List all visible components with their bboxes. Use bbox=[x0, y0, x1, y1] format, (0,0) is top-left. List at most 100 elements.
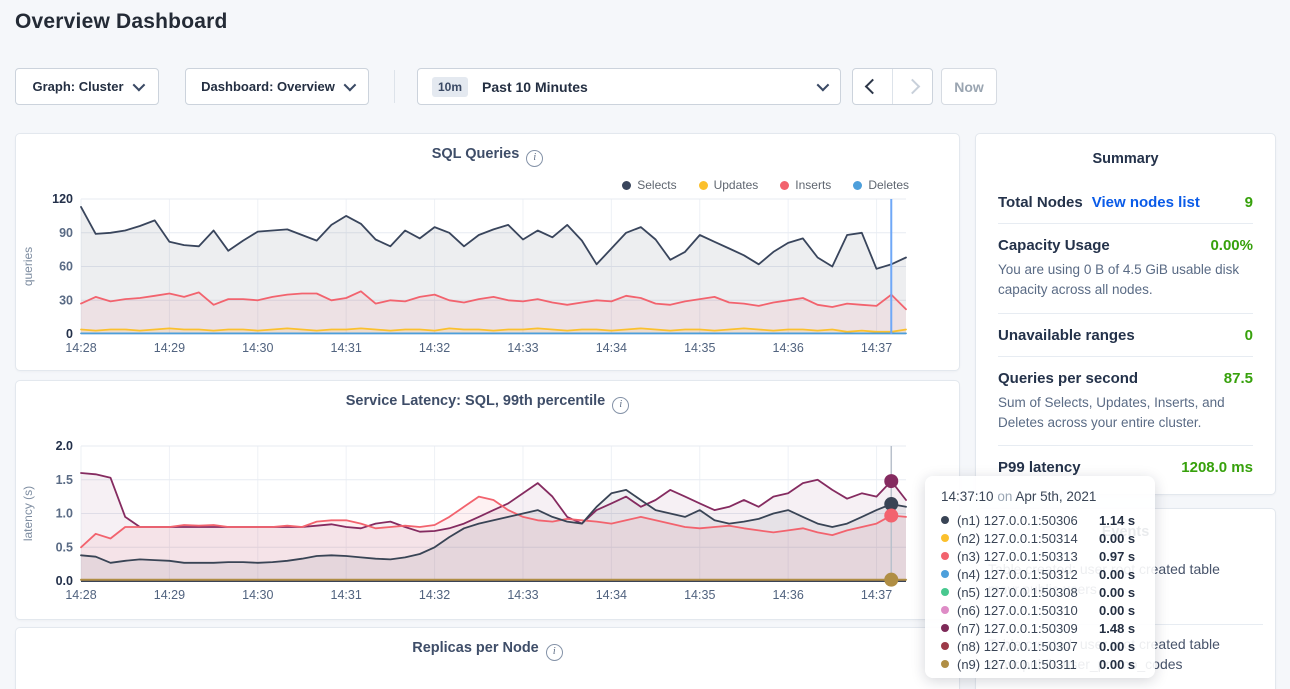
node-address: (n1) 127.0.0.1:50306 bbox=[957, 513, 1099, 528]
node-address: (n7) 127.0.0.1:50309 bbox=[957, 621, 1099, 636]
qps-value: 87.5 bbox=[1224, 370, 1253, 387]
overview-dashboard-page: Overview Dashboard Graph: Cluster Dashbo… bbox=[0, 0, 1290, 689]
summary-row-total-nodes: Total Nodes View nodes list 9 bbox=[998, 181, 1253, 223]
node-latency-value: 1.14 s bbox=[1099, 513, 1135, 528]
info-icon[interactable]: i bbox=[612, 397, 629, 414]
view-nodes-list-link[interactable]: View nodes list bbox=[1092, 194, 1200, 211]
service-latency-card: Service Latency: SQL, 99th percentilei 1… bbox=[15, 380, 960, 620]
svg-text:14:33: 14:33 bbox=[507, 588, 538, 602]
sql-queries-card: SQL Queriesi SelectsUpdatesInsertsDelete… bbox=[15, 133, 960, 371]
node-address: (n5) 127.0.0.1:50308 bbox=[957, 585, 1099, 600]
tooltip-node-list: (n1) 127.0.0.1:503061.14 s(n2) 127.0.0.1… bbox=[941, 511, 1139, 673]
chevron-down-icon bbox=[817, 79, 830, 92]
summary-row-unavailable-ranges: Unavailable ranges 0 bbox=[998, 313, 1253, 356]
svg-text:14:29: 14:29 bbox=[154, 588, 185, 602]
node-latency-value: 0.00 s bbox=[1099, 639, 1135, 654]
svg-text:14:28: 14:28 bbox=[65, 341, 96, 355]
capacity-usage-desc: You are using 0 B of 4.5 GiB usable disk… bbox=[998, 260, 1253, 301]
svg-text:0: 0 bbox=[66, 327, 73, 341]
node-latency-value: 0.00 s bbox=[1099, 567, 1135, 582]
capacity-usage-value: 0.00% bbox=[1210, 237, 1253, 254]
node-address: (n4) 127.0.0.1:50312 bbox=[957, 567, 1099, 582]
sql-queries-chart-title: SQL Queriesi bbox=[16, 146, 959, 167]
svg-text:0.5: 0.5 bbox=[56, 540, 73, 554]
sql-queries-chart[interactable]: 14:28 14:29 14:30 14:31 14:32 14:33 14:34 14:35… bbox=[16, 186, 961, 368]
time-range-dropdown[interactable]: 10m Past 10 Minutes bbox=[417, 68, 841, 105]
svg-text:90: 90 bbox=[59, 226, 73, 240]
unavailable-ranges-value: 0 bbox=[1245, 327, 1253, 344]
summary-row-capacity: Capacity Usage 0.00% You are using 0 B o… bbox=[998, 223, 1253, 313]
svg-text:14:32: 14:32 bbox=[419, 588, 450, 602]
svg-text:14:29: 14:29 bbox=[154, 341, 185, 355]
node-address: (n6) 127.0.0.1:50310 bbox=[957, 603, 1099, 618]
info-icon[interactable]: i bbox=[526, 150, 543, 167]
svg-text:14:30: 14:30 bbox=[242, 588, 273, 602]
svg-text:1.0: 1.0 bbox=[56, 507, 73, 521]
node-color-dot bbox=[941, 552, 949, 560]
svg-text:14:33: 14:33 bbox=[507, 341, 538, 355]
info-icon[interactable]: i bbox=[546, 644, 563, 661]
node-color-dot bbox=[941, 516, 949, 524]
svg-text:120: 120 bbox=[52, 192, 73, 206]
node-address: (n2) 127.0.0.1:50314 bbox=[957, 531, 1099, 546]
service-latency-chart[interactable]: 14:2814:2914:3014:3114:3214:3314:3414:35… bbox=[16, 433, 961, 619]
node-color-dot bbox=[941, 642, 949, 650]
node-color-dot bbox=[941, 624, 949, 632]
svg-text:60: 60 bbox=[59, 260, 73, 274]
node-latency-value: 0.00 s bbox=[1099, 603, 1135, 618]
svg-text:14:30: 14:30 bbox=[242, 341, 273, 355]
node-address: (n3) 127.0.0.1:50313 bbox=[957, 549, 1099, 564]
tooltip-row: (n3) 127.0.0.1:503130.97 s bbox=[941, 547, 1139, 565]
controls-divider bbox=[394, 70, 395, 103]
tooltip-row: (n5) 127.0.0.1:503080.00 s bbox=[941, 583, 1139, 601]
node-latency-value: 0.00 s bbox=[1099, 657, 1135, 672]
node-address: (n8) 127.0.0.1:50307 bbox=[957, 639, 1099, 654]
svg-text:14:34: 14:34 bbox=[596, 341, 627, 355]
graph-dropdown-label: Graph: Cluster bbox=[32, 79, 123, 94]
svg-text:14:35: 14:35 bbox=[684, 588, 715, 602]
qps-label: Queries per second bbox=[998, 370, 1138, 387]
summary-panel: Summary Total Nodes View nodes list 9 Ca… bbox=[975, 133, 1276, 495]
total-nodes-value: 9 bbox=[1245, 194, 1253, 211]
service-latency-chart-title: Service Latency: SQL, 99th percentilei bbox=[16, 393, 959, 414]
dashboard-dropdown[interactable]: Dashboard: Overview bbox=[185, 68, 369, 105]
svg-text:14:31: 14:31 bbox=[331, 341, 362, 355]
svg-text:14:35: 14:35 bbox=[684, 341, 715, 355]
node-color-dot bbox=[941, 570, 949, 578]
tooltip-row: (n9) 127.0.0.1:503110.00 s bbox=[941, 655, 1139, 673]
time-forward-button[interactable] bbox=[892, 69, 932, 104]
svg-text:latency (s): latency (s) bbox=[21, 486, 35, 541]
tooltip-timestamp: 14:37:10 on Apr 5th, 2021 bbox=[941, 489, 1139, 504]
svg-text:30: 30 bbox=[59, 293, 73, 307]
chevron-down-icon bbox=[132, 79, 145, 92]
tooltip-row: (n2) 127.0.0.1:503140.00 s bbox=[941, 529, 1139, 547]
svg-text:0.0: 0.0 bbox=[56, 574, 73, 588]
node-latency-value: 0.00 s bbox=[1099, 585, 1135, 600]
tooltip-row: (n8) 127.0.0.1:503070.00 s bbox=[941, 637, 1139, 655]
svg-text:1.5: 1.5 bbox=[56, 473, 73, 487]
chevron-left-icon bbox=[865, 79, 881, 95]
svg-text:2.0: 2.0 bbox=[56, 439, 73, 453]
node-color-dot bbox=[941, 588, 949, 596]
summary-row-qps: Queries per second 87.5 Sum of Selects, … bbox=[998, 356, 1253, 446]
time-back-button[interactable] bbox=[853, 69, 892, 104]
svg-text:14:28: 14:28 bbox=[65, 588, 96, 602]
svg-text:14:32: 14:32 bbox=[419, 341, 450, 355]
tooltip-row: (n6) 127.0.0.1:503100.00 s bbox=[941, 601, 1139, 619]
capacity-usage-label: Capacity Usage bbox=[998, 237, 1110, 254]
total-nodes-label: Total Nodes bbox=[998, 194, 1083, 211]
time-range-label: Past 10 Minutes bbox=[482, 79, 817, 95]
dashboard-dropdown-label: Dashboard: Overview bbox=[201, 79, 335, 94]
tooltip-row: (n7) 127.0.0.1:503091.48 s bbox=[941, 619, 1139, 637]
p99-latency-label: P99 latency bbox=[998, 459, 1081, 476]
node-color-dot bbox=[941, 534, 949, 542]
graph-dropdown[interactable]: Graph: Cluster bbox=[15, 68, 159, 105]
page-title: Overview Dashboard bbox=[15, 10, 228, 34]
qps-desc: Sum of Selects, Updates, Inserts, and De… bbox=[998, 393, 1253, 434]
now-button[interactable]: Now bbox=[941, 68, 997, 105]
svg-text:14:36: 14:36 bbox=[773, 341, 804, 355]
node-latency-value: 0.97 s bbox=[1099, 549, 1135, 564]
svg-text:14:31: 14:31 bbox=[331, 588, 362, 602]
svg-text:queries: queries bbox=[21, 247, 35, 286]
chevron-right-icon bbox=[905, 79, 921, 95]
